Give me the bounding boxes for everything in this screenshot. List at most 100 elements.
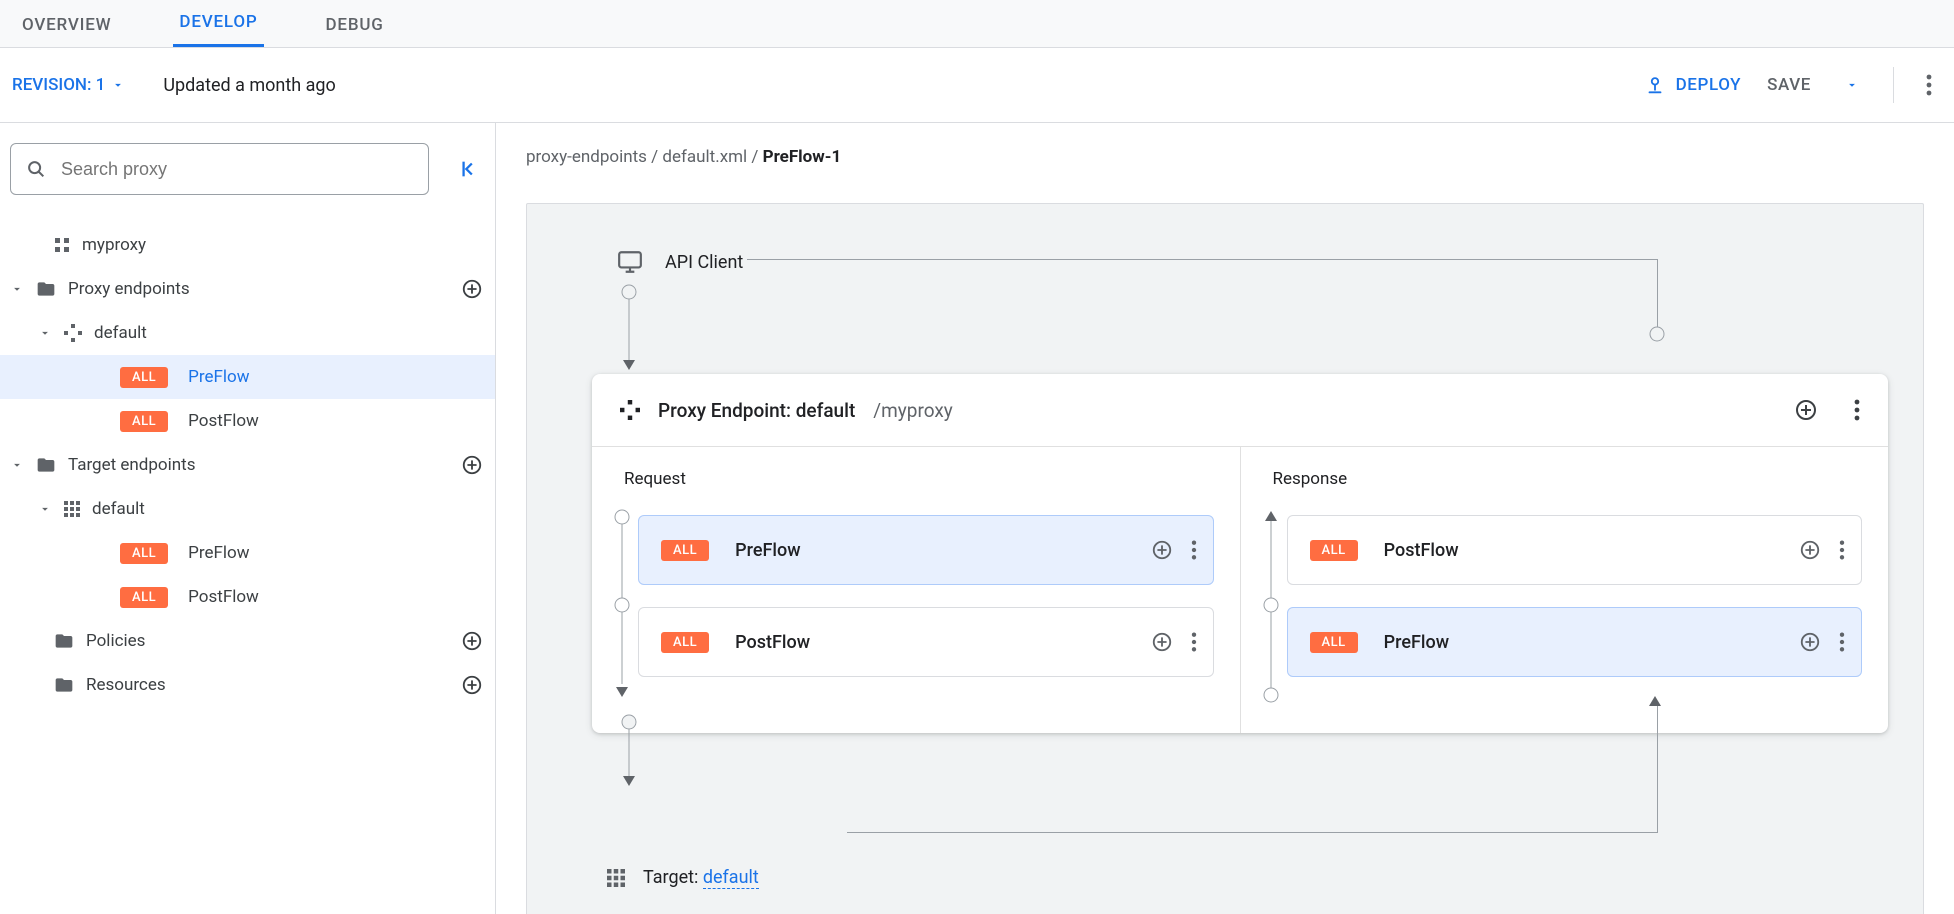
- tree-label: PreFlow: [188, 543, 483, 563]
- search-box[interactable]: [10, 143, 429, 195]
- target-link[interactable]: default: [703, 867, 759, 889]
- column-title: Response: [1267, 469, 1863, 489]
- tree-group-target-endpoints[interactable]: Target endpoints: [0, 443, 495, 487]
- folder-icon: [54, 675, 74, 695]
- search-input[interactable]: [59, 158, 414, 181]
- tree-group-policies[interactable]: Policies: [0, 619, 495, 663]
- add-circle-icon: [1151, 631, 1173, 653]
- flow-menu-button[interactable]: [1191, 540, 1197, 560]
- method-badge: ALL: [120, 543, 168, 564]
- flow-item-response-postflow[interactable]: ALL PostFlow: [1287, 515, 1863, 585]
- deploy-button[interactable]: DEPLOY: [1644, 74, 1742, 96]
- arrow-down-icon: [619, 714, 639, 794]
- save-button[interactable]: SAVE: [1767, 75, 1811, 95]
- flow-item-response-preflow[interactable]: ALL PreFlow: [1287, 607, 1863, 677]
- tree-item-target-postflow[interactable]: ALL PostFlow: [0, 575, 495, 619]
- breadcrumb-segment[interactable]: proxy-endpoints: [526, 147, 647, 167]
- flow-item-request-postflow[interactable]: ALL PostFlow: [638, 607, 1214, 677]
- add-policy-button[interactable]: [461, 630, 483, 652]
- add-step-button[interactable]: [1151, 631, 1173, 653]
- tree-label: Proxy endpoints: [68, 279, 449, 299]
- tree-label: default: [94, 323, 483, 343]
- flow-item-request-preflow[interactable]: ALL PreFlow: [638, 515, 1214, 585]
- connector-line: [747, 259, 1658, 260]
- connector-line: [1657, 259, 1658, 334]
- tab-overview[interactable]: OVERVIEW: [16, 15, 117, 47]
- method-badge: ALL: [120, 367, 168, 388]
- tree-label: Target endpoints: [68, 455, 449, 475]
- card-menu-button[interactable]: [1854, 399, 1860, 421]
- response-column: Response ALL PostFlow: [1240, 447, 1889, 733]
- grid-icon: [607, 869, 625, 887]
- method-badge: ALL: [661, 540, 709, 561]
- chevron-down-icon: [10, 282, 24, 296]
- overflow-menu-button[interactable]: [1920, 70, 1938, 100]
- folder-icon: [54, 631, 74, 651]
- add-circle-icon: [461, 278, 483, 300]
- grid-icon: [64, 501, 80, 517]
- flow-menu-button[interactable]: [1839, 540, 1845, 560]
- arrow-down-icon: [619, 284, 639, 374]
- target-label: Target:: [643, 867, 703, 888]
- tree-item-proxy[interactable]: myproxy: [0, 223, 495, 267]
- breadcrumb-current: PreFlow-1: [763, 147, 842, 167]
- add-target-endpoint-button[interactable]: [461, 454, 483, 476]
- add-circle-icon: [461, 674, 483, 696]
- breadcrumb-segment[interactable]: default.xml: [662, 147, 747, 167]
- search-icon: [25, 158, 47, 180]
- add-flow-button[interactable]: [1794, 398, 1818, 422]
- endpoint-icon: [64, 324, 82, 342]
- tab-develop[interactable]: DEVELOP: [173, 12, 263, 47]
- breadcrumb-sep: /: [647, 147, 662, 167]
- updated-label: Updated a month ago: [163, 75, 335, 96]
- tree-item-proxy-preflow[interactable]: ALL PreFlow: [0, 355, 495, 399]
- arrow-up-icon: [1645, 694, 1665, 734]
- method-badge: ALL: [120, 587, 168, 608]
- tree-label: Resources: [86, 675, 449, 695]
- tree-label: myproxy: [82, 235, 483, 255]
- revision-bar: REVISION: 1 Updated a month ago DEPLOY S…: [0, 48, 1954, 123]
- tree-group-proxy-endpoints[interactable]: Proxy endpoints: [0, 267, 495, 311]
- collapse-sidebar-button[interactable]: [455, 154, 485, 184]
- connector-dot-icon: [1649, 326, 1665, 342]
- tree-item-proxy-postflow[interactable]: ALL PostFlow: [0, 399, 495, 443]
- add-resource-button[interactable]: [461, 674, 483, 696]
- caret-down-icon: [1845, 78, 1859, 92]
- flow-name: PreFlow: [735, 540, 800, 561]
- kebab-icon: [1839, 540, 1845, 560]
- divider: [1893, 67, 1894, 103]
- kebab-icon: [1191, 540, 1197, 560]
- tree-label: default: [92, 499, 483, 519]
- add-step-button[interactable]: [1799, 631, 1821, 653]
- tab-debug[interactable]: DEBUG: [320, 15, 390, 47]
- add-step-button[interactable]: [1799, 539, 1821, 561]
- method-badge: ALL: [1310, 540, 1358, 561]
- revision-dropdown[interactable]: REVISION: 1: [12, 75, 125, 95]
- tree-label: PostFlow: [188, 411, 483, 431]
- editor-canvas: proxy-endpoints / default.xml / PreFlow-…: [496, 123, 1954, 914]
- tree-group-resources[interactable]: Resources: [0, 663, 495, 707]
- breadcrumb: proxy-endpoints / default.xml / PreFlow-…: [496, 123, 1954, 167]
- api-client-node: API Client: [617, 249, 743, 275]
- caret-down-icon: [111, 78, 125, 92]
- chevron-down-icon: [38, 326, 52, 340]
- add-circle-icon: [1794, 398, 1818, 422]
- flow-name: PostFlow: [1384, 540, 1459, 561]
- flow-menu-button[interactable]: [1839, 632, 1845, 652]
- target-node: Target: default: [607, 867, 759, 888]
- add-circle-icon: [1799, 631, 1821, 653]
- method-badge: ALL: [1310, 632, 1358, 653]
- tree-item-target-default[interactable]: default: [0, 487, 495, 531]
- navigator-tree: myproxy Proxy endpoints default ALL PreF…: [0, 223, 495, 707]
- flow-menu-button[interactable]: [1191, 632, 1197, 652]
- add-circle-icon: [1799, 539, 1821, 561]
- breadcrumb-sep: /: [747, 147, 762, 167]
- tree-item-proxy-default[interactable]: default: [0, 311, 495, 355]
- card-path: /myproxy: [873, 399, 952, 422]
- add-step-button[interactable]: [1151, 539, 1173, 561]
- flow-name: PreFlow: [1384, 632, 1449, 653]
- save-split-button[interactable]: [1837, 74, 1867, 96]
- folder-icon: [36, 279, 56, 299]
- add-proxy-endpoint-button[interactable]: [461, 278, 483, 300]
- tree-item-target-preflow[interactable]: ALL PreFlow: [0, 531, 495, 575]
